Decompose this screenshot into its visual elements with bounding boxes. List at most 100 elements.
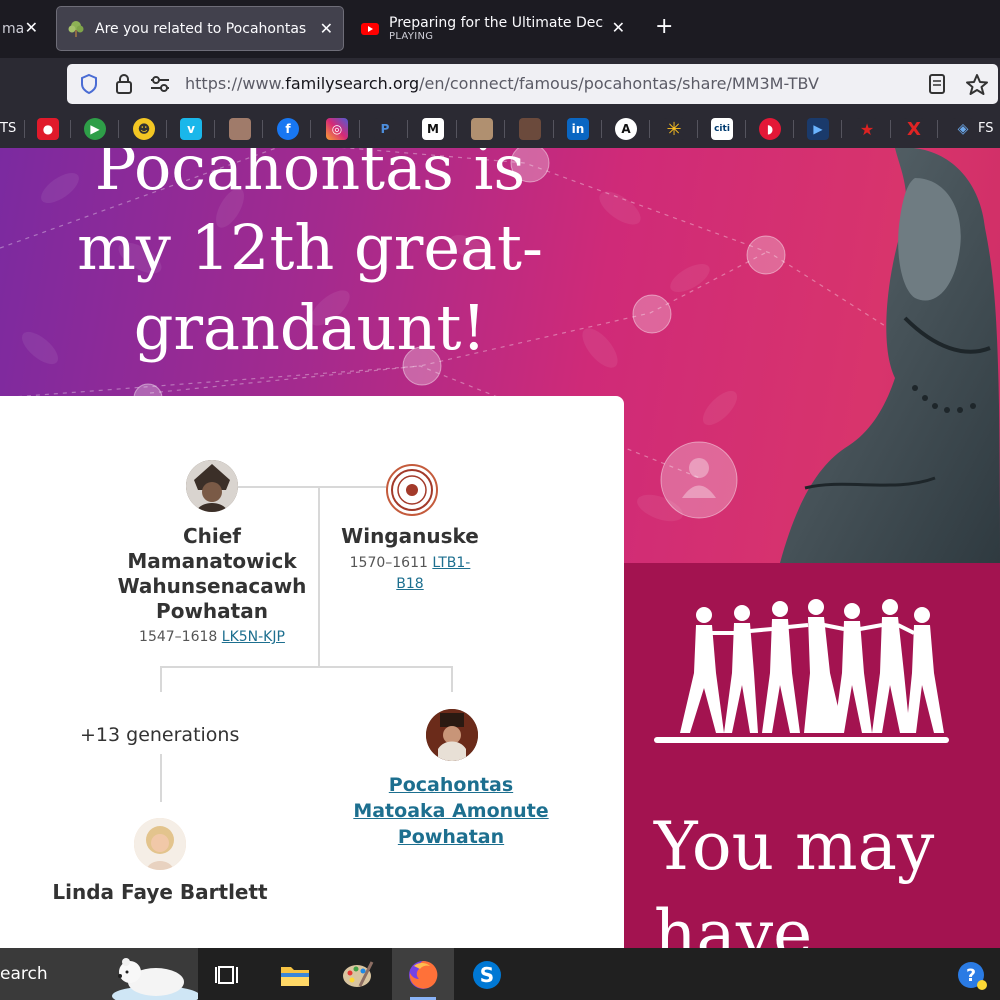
bookmark-red-circle-icon[interactable]: ◗ — [759, 118, 781, 140]
generations-count: +13 generations — [80, 724, 240, 746]
url-prefix: https://www. — [185, 74, 286, 93]
headline-line-2: my 12th great- — [77, 211, 543, 284]
portrait-icon — [134, 818, 186, 870]
bookmark-separator — [553, 120, 554, 138]
bookmark-separator — [359, 120, 360, 138]
bookmark-citi-icon[interactable]: citi — [711, 118, 733, 140]
mother-name: Winganuske — [341, 524, 479, 548]
bookmark-photo-icon[interactable] — [519, 118, 541, 140]
bookmark-walmart-icon[interactable]: ✳ — [663, 118, 685, 140]
bookmark-instagram-icon[interactable]: ◎ — [326, 118, 348, 140]
headline-line-3: grandaunt! — [133, 291, 487, 364]
close-tab-icon[interactable]: ✕ — [320, 19, 333, 38]
bookmark-arrow-icon[interactable]: ▶ — [807, 118, 829, 140]
father-dates: 1547–1618 — [139, 629, 218, 645]
father-avatar[interactable] — [186, 460, 238, 512]
pocahontas-statue-image — [780, 148, 1000, 563]
mother-dates: 1570–1611 — [349, 555, 428, 571]
bookmark-separator — [697, 120, 698, 138]
bookmark-separator — [24, 120, 25, 138]
bookmark-smiley-icon[interactable]: ☻ — [133, 118, 155, 140]
bookmark-play-icon[interactable]: ▶ — [84, 118, 106, 140]
placeholder-seal-icon — [391, 469, 433, 511]
tree-connector — [160, 754, 162, 802]
paint-palette-icon[interactable] — [338, 956, 376, 994]
bookmark-separator — [214, 120, 215, 138]
portrait-icon — [426, 709, 478, 761]
promo-title: You may have — [654, 803, 934, 948]
bookmark-podcast-icon[interactable]: ● — [37, 118, 59, 140]
lock-icon[interactable] — [115, 73, 133, 95]
dancing-people-icon — [654, 599, 949, 743]
tree-connector — [451, 666, 453, 692]
bookmark-separator — [649, 120, 650, 138]
bookmark-fs-icon[interactable]: ◈ — [952, 118, 974, 140]
polar-bear-icon — [112, 958, 198, 1000]
tab-partial[interactable]: ma ✕ — [0, 6, 52, 51]
pocahontas-name-link[interactable]: Pocahontas Matoaka Amonute Powhatan — [340, 772, 562, 850]
file-explorer-icon[interactable] — [276, 956, 314, 994]
page-content: Pocahontas is my 12th great- grandaunt! — [0, 148, 1000, 948]
task-view-icon[interactable] — [210, 956, 248, 994]
tab-youtube[interactable]: Preparing for the Ultimate Dece PLAYING … — [355, 6, 635, 51]
new-tab-button[interactable]: + — [655, 16, 673, 38]
skype-icon[interactable]: S — [468, 956, 506, 994]
family-tree-card: Chief Mamanatowick Wahunsenacawh Powhata… — [0, 396, 624, 948]
url-bar[interactable]: https://www.familysearch.org/en/connect/… — [67, 64, 998, 104]
url-text[interactable]: https://www.familysearch.org/en/connect/… — [185, 74, 819, 93]
tree-connector — [238, 486, 318, 488]
bookmark-vimeo-icon[interactable]: v — [180, 118, 202, 140]
promo-panel: You may have — [624, 563, 1000, 948]
pocahontas-avatar[interactable] — [426, 709, 478, 761]
bookmark-photo-icon[interactable] — [229, 118, 251, 140]
bookmarks-bar: TS ● ▶ ☻ v f ◎ P M in A ✳ citi ◗ ▶ ★ X ◈… — [0, 110, 1000, 148]
father-name: Chief Mamanatowick Wahunsenacawh Powhata… — [117, 524, 307, 623]
firefox-icon[interactable] — [404, 956, 442, 994]
tracking-shield-icon[interactable] — [79, 73, 99, 95]
taskbar: earch S ? — [0, 948, 1000, 1000]
bookmark-separator — [456, 120, 457, 138]
bookmark-separator — [504, 120, 505, 138]
tab-title: Preparing for the Ultimate Dece — [389, 15, 604, 31]
bookmark-separator — [601, 120, 602, 138]
bookmark-separator — [841, 120, 842, 138]
promo-title-line-2: have — [654, 896, 813, 948]
bookmark-partial-label[interactable]: TS — [0, 121, 16, 136]
bookmark-separator — [70, 120, 71, 138]
tree-connector — [318, 486, 320, 666]
bookmark-m-icon[interactable]: M — [422, 118, 444, 140]
bookmark-separator — [166, 120, 167, 138]
taskbar-search-box[interactable]: earch — [0, 948, 198, 1000]
bookmark-fs-label[interactable]: FS — [978, 121, 994, 136]
tab-active[interactable]: Are you related to Pocahontas? ✕ — [56, 6, 344, 51]
bookmark-linkedin-icon[interactable]: in — [567, 118, 589, 140]
mother-avatar[interactable] — [386, 464, 438, 516]
father-id-link[interactable]: LK5N-KJP — [222, 629, 285, 645]
father-lifespan: 1547–1618 LK5N-KJP — [110, 627, 314, 648]
bookmark-photo-icon[interactable] — [471, 118, 493, 140]
tree-connector — [318, 486, 386, 488]
bookmark-x-icon[interactable]: X — [903, 118, 925, 140]
bookmark-separator — [262, 120, 263, 138]
close-tab-icon[interactable]: ✕ — [612, 18, 625, 37]
headline-line-1: Pocahontas is — [94, 148, 526, 204]
bookmark-separator — [310, 120, 311, 138]
promo-title-line-1: You may — [654, 808, 935, 885]
bookmark-facebook-icon[interactable]: f — [277, 118, 299, 140]
tab-title: Are you related to Pocahontas? — [95, 20, 307, 37]
bookmark-a-icon[interactable]: A — [615, 118, 637, 140]
hero-headline: Pocahontas is my 12th great- grandaunt! — [0, 148, 620, 368]
user-avatar[interactable] — [134, 818, 186, 870]
bookmark-star-icon[interactable]: ★ — [856, 118, 878, 140]
bookmark-separator — [890, 120, 891, 138]
bookmark-separator — [407, 120, 408, 138]
bookmark-star-icon[interactable] — [965, 73, 989, 97]
bookmark-paypal-icon[interactable]: P — [374, 118, 396, 140]
screen: ma ✕ Are you related to Pocahontas? ✕ Pr… — [0, 0, 1000, 1000]
user-name: Linda Faye Bartlett — [52, 880, 268, 904]
permissions-icon[interactable] — [149, 73, 171, 95]
help-icon[interactable]: ? — [952, 956, 990, 994]
reader-view-icon[interactable] — [927, 73, 947, 95]
close-tab-icon[interactable]: ✕ — [25, 18, 38, 37]
tree-connector — [160, 666, 452, 668]
